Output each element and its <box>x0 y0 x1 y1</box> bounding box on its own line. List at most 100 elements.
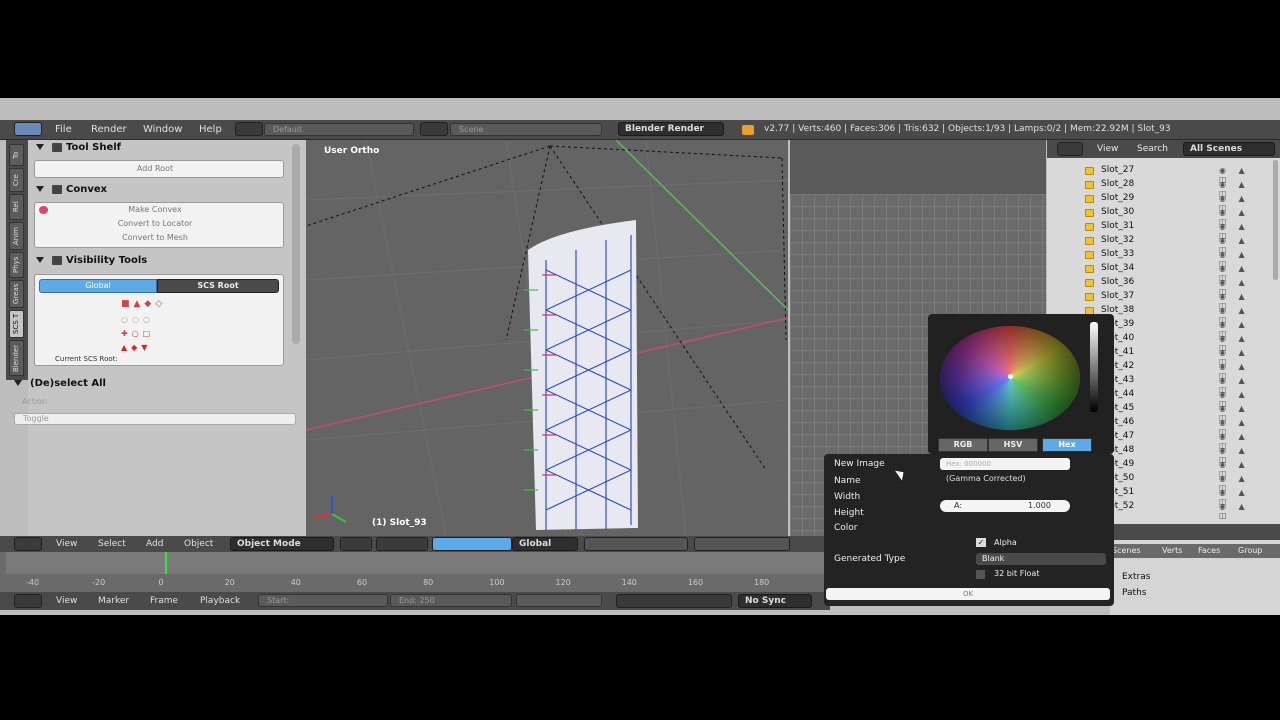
convert-to-mesh-button[interactable]: Convert to Mesh <box>35 232 275 244</box>
view3d-menu-view[interactable]: View <box>56 539 77 549</box>
tab-grease[interactable]: Greas <box>9 280 24 308</box>
visibility-toggle-icons[interactable]: ◉ ▲ ◫ <box>1219 222 1269 240</box>
visibility-toggle-icons[interactable]: ◉ ▲ ◫ <box>1219 236 1269 254</box>
mesh-object[interactable] <box>528 220 638 530</box>
visibility-toggle-icons[interactable]: ◉ ▲ ◫ <box>1219 180 1269 198</box>
convert-to-locator-button[interactable]: Convert to Locator <box>35 218 275 230</box>
view3d-editor-icon[interactable] <box>14 537 42 551</box>
visibility-panel-header[interactable]: Visibility Tools <box>36 253 292 269</box>
timeline-menu-frame[interactable]: Frame <box>150 596 178 606</box>
visibility-toggle-icons[interactable]: ◉ ▲ ◫ <box>1219 320 1269 338</box>
prop-tab-faces[interactable]: Faces <box>1198 546 1220 555</box>
add-root-button[interactable]: Add Root <box>34 160 284 178</box>
outliner-scrollbar[interactable] <box>1273 160 1278 280</box>
outliner-item[interactable]: Slot_36 ◉ ▲ ◫ <box>1047 276 1280 296</box>
visibility-toggle-icons[interactable]: ◉ ▲ ◫ <box>1219 362 1269 380</box>
visibility-toggle-icons[interactable]: ◉ ▲ ◫ <box>1219 376 1269 394</box>
menu-help[interactable]: Help <box>199 124 222 135</box>
color-picker-cursor-icon[interactable] <box>1008 374 1013 379</box>
sync-dropdown[interactable]: No Sync <box>738 594 812 608</box>
screen-layout-field[interactable]: Default <box>264 123 414 136</box>
visibility-toggle-icons[interactable]: ◉ ▲ ◫ <box>1219 292 1269 310</box>
tab-scs-tools[interactable]: SCS T <box>9 310 24 338</box>
menu-window[interactable]: Window <box>143 124 182 135</box>
outliner-editor-icon[interactable] <box>1057 142 1083 156</box>
visibility-toggle-icons[interactable]: ◉ ▲ ◫ <box>1219 348 1269 366</box>
tab-physics[interactable]: Phys <box>9 252 24 278</box>
visibility-toggle-icons[interactable]: ◉ ▲ ◫ <box>1219 474 1269 492</box>
timeline-menu-view[interactable]: View <box>56 596 77 606</box>
view3d-menu-add[interactable]: Add <box>146 539 163 549</box>
outliner-item[interactable]: Slot_34 ◉ ▲ ◫ <box>1047 262 1280 282</box>
render-engine-dropdown[interactable]: Blender Render <box>618 122 724 136</box>
hex-input[interactable]: Hex: 000000 <box>940 458 1070 470</box>
visibility-toggle-icons[interactable]: ◉ ▲ ◫ <box>1219 432 1269 450</box>
visibility-toggle-icons[interactable]: ◉ ▲ ◫ <box>1219 306 1269 324</box>
prop-row-paths[interactable]: Paths <box>1122 588 1146 598</box>
outliner-item[interactable]: Slot_29 ◉ ▲ ◫ <box>1047 192 1280 212</box>
make-convex-button[interactable]: Make Convex <box>35 204 275 216</box>
timeline-menu-playback[interactable]: Playback <box>200 596 240 606</box>
ok-button[interactable]: OK <box>826 588 1110 600</box>
tab-create[interactable]: Cre <box>9 168 24 192</box>
visibility-icons-row-4[interactable]: ▲◆▼ <box>121 343 191 357</box>
layers-grid[interactable] <box>584 537 688 551</box>
visibility-toggle-icons[interactable]: ◉ ▲ ◫ <box>1219 460 1269 478</box>
generated-type-dropdown[interactable]: Blank <box>976 553 1106 565</box>
visibility-toggle-icons[interactable]: ◉ ▲ ◫ <box>1219 502 1269 520</box>
orientation-dropdown[interactable]: Global <box>512 537 578 551</box>
outliner-item[interactable]: Slot_30 ◉ ▲ ◫ <box>1047 206 1280 226</box>
end-frame-field[interactable]: End: 250 <box>390 594 512 607</box>
current-frame-field[interactable] <box>516 594 602 607</box>
playback-controls[interactable] <box>616 594 732 608</box>
visibility-toggle-icons[interactable]: ◉ ▲ ◫ <box>1219 404 1269 422</box>
manipulator-icons[interactable] <box>432 537 512 551</box>
scene-field[interactable]: Scene <box>450 123 602 136</box>
alpha-checkbox[interactable]: ✓ <box>976 538 986 547</box>
outliner-scope-dropdown[interactable]: All Scenes <box>1183 142 1275 156</box>
convex-panel-header[interactable]: Convex <box>36 182 292 198</box>
current-frame-marker[interactable] <box>165 552 167 574</box>
outliner-menu-search[interactable]: Search <box>1137 144 1168 154</box>
visibility-toggle-icons[interactable]: ◉ ▲ ◫ <box>1219 418 1269 436</box>
outliner-item[interactable]: Slot_27 ◉ ▲ ◫ <box>1047 164 1280 184</box>
float-checkbox[interactable] <box>976 570 985 579</box>
shading-dropdown[interactable] <box>340 537 372 551</box>
visibility-toggle-icons[interactable]: ◉ ▲ ◫ <box>1219 166 1269 184</box>
visibility-toggle-icons[interactable]: ◉ ▲ ◫ <box>1219 250 1269 268</box>
tab-global[interactable]: Global <box>39 279 157 293</box>
tab-relations[interactable]: Rel <box>9 194 24 220</box>
outliner-item[interactable]: Slot_33 ◉ ▲ ◫ <box>1047 248 1280 268</box>
start-frame-field[interactable]: Start: <box>258 594 388 607</box>
tab-blender[interactable]: Blender <box>9 340 24 376</box>
visibility-icons-row-2[interactable]: ○○○ <box>121 315 191 329</box>
prop-row-extras[interactable]: Extras <box>1122 572 1150 582</box>
prop-tab-verts[interactable]: Verts <box>1162 546 1182 555</box>
outliner-item[interactable]: Slot_28 ◉ ▲ ◫ <box>1047 178 1280 198</box>
properties-icon-bar[interactable] <box>1110 524 1280 540</box>
menu-render[interactable]: Render <box>91 124 127 135</box>
pivot-dropdown[interactable] <box>376 537 428 551</box>
snap-tools[interactable] <box>694 537 790 551</box>
view3d-menu-select[interactable]: Select <box>98 539 126 549</box>
editor-type-icon[interactable] <box>14 122 42 136</box>
color-tab-hex[interactable]: Hex <box>1042 438 1092 452</box>
timeline[interactable]: -40 -20 0 20 40 60 80 100 120 140 160 180 <box>0 552 830 592</box>
deselect-panel-header[interactable]: (De)select All <box>14 376 270 392</box>
timeline-editor-icon[interactable] <box>14 594 42 608</box>
tab-animation[interactable]: Anim <box>9 222 24 250</box>
visibility-toggle-icons[interactable]: ◉ ▲ ◫ <box>1219 390 1269 408</box>
visibility-toggle-icons[interactable]: ◉ ▲ ◫ <box>1219 488 1269 506</box>
menu-file[interactable]: File <box>55 124 72 135</box>
visibility-toggle-icons[interactable]: ◉ ▲ ◫ <box>1219 334 1269 352</box>
color-tab-rgb[interactable]: RGB <box>938 438 988 452</box>
scene-icon[interactable] <box>420 122 448 136</box>
action-dropdown[interactable]: Toggle <box>14 413 296 425</box>
visibility-icons-row-3[interactable]: ✚○□ <box>121 329 191 343</box>
outliner-menu-view[interactable]: View <box>1097 144 1118 154</box>
outliner-item[interactable]: Slot_32 ◉ ▲ ◫ <box>1047 234 1280 254</box>
outliner-item[interactable]: Slot_31 ◉ ▲ ◫ <box>1047 220 1280 240</box>
tool-shelf-header[interactable]: Tool Shelf <box>36 140 292 156</box>
alpha-slider[interactable]: A: 1.000 <box>940 500 1070 512</box>
screen-layout-icon[interactable] <box>235 122 263 136</box>
